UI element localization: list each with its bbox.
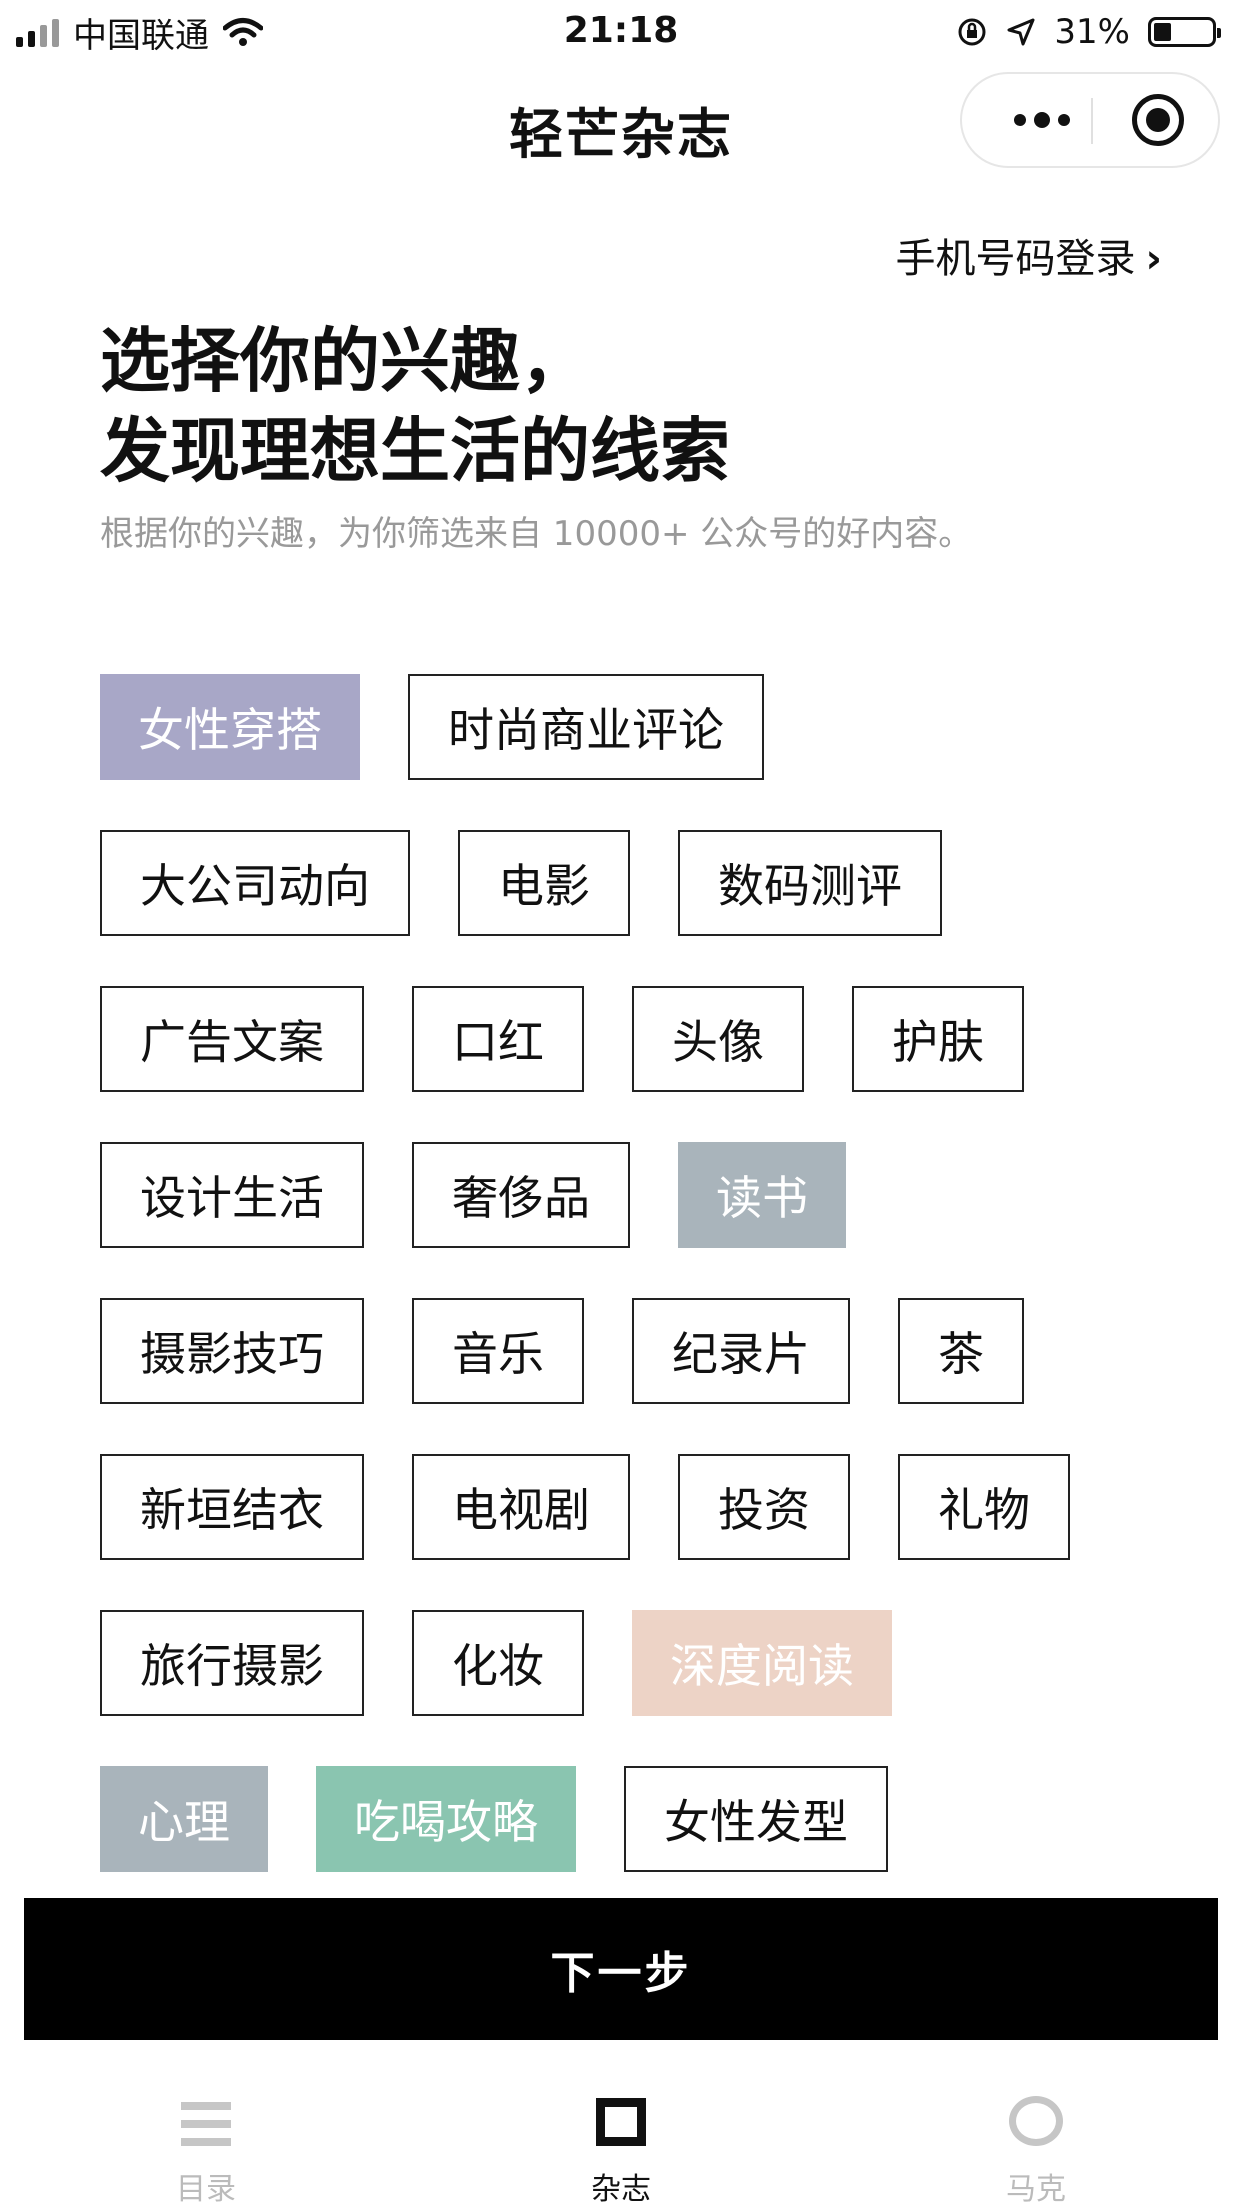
interest-tag[interactable]: 头像: [632, 986, 804, 1092]
interest-tag[interactable]: 礼物: [898, 1454, 1070, 1560]
tag-row: 女性穿搭 时尚商业评论: [100, 674, 1200, 784]
interest-tag[interactable]: 旅行摄影: [100, 1610, 364, 1716]
next-step-button[interactable]: 下一步: [24, 1898, 1218, 2040]
tab-label: 马克: [1006, 2172, 1066, 2207]
interest-tag[interactable]: 化妆: [412, 1610, 584, 1716]
capsule-divider: [1091, 98, 1093, 144]
interest-tag[interactable]: 音乐: [412, 1298, 584, 1404]
interest-tag[interactable]: 设计生活: [100, 1142, 364, 1248]
interest-tag[interactable]: 新垣结衣: [100, 1454, 364, 1560]
circle-icon: [1009, 2096, 1063, 2146]
status-bar: 中国联通 21:18 31%: [0, 0, 1242, 64]
tab-bar: 目录 杂志 马克: [0, 2060, 1242, 2208]
tag-row: 新垣结衣 电视剧 投资 礼物: [100, 1454, 1200, 1564]
tag-row: 心理 吃喝攻略 女性发型: [100, 1766, 1200, 1876]
more-dots-icon[interactable]: [1002, 74, 1082, 166]
navigation-bar: 轻芒杂志: [0, 64, 1242, 180]
interest-tag[interactable]: 电视剧: [412, 1454, 630, 1560]
interest-tag[interactable]: 纪录片: [632, 1298, 850, 1404]
interest-tag[interactable]: 读书: [678, 1142, 846, 1248]
tab-label: 目录: [176, 2172, 236, 2207]
battery-icon: [1148, 17, 1221, 47]
mini-program-capsule: [960, 72, 1220, 168]
interest-tag[interactable]: 心理: [100, 1766, 268, 1872]
interest-tag[interactable]: 广告文案: [100, 986, 364, 1092]
interest-tag[interactable]: 奢侈品: [412, 1142, 630, 1248]
tag-row: 摄影技巧 音乐 纪录片 茶: [100, 1298, 1200, 1408]
square-icon: [596, 2098, 646, 2146]
interest-tag[interactable]: 投资: [678, 1454, 850, 1560]
interest-tag[interactable]: 护肤: [852, 986, 1024, 1092]
battery-percent: 31%: [1054, 12, 1130, 52]
interest-tag[interactable]: 茶: [898, 1298, 1024, 1404]
target-icon[interactable]: [1132, 94, 1184, 146]
rotation-lock-icon: [958, 18, 986, 46]
interest-tag[interactable]: 深度阅读: [632, 1610, 892, 1716]
interest-tag[interactable]: 数码测评: [678, 830, 942, 936]
tag-row: 设计生活 奢侈品 读书: [100, 1142, 1200, 1252]
tag-row: 旅行摄影 化妆 深度阅读: [100, 1610, 1200, 1720]
interest-tag[interactable]: 摄影技巧: [100, 1298, 364, 1404]
location-icon: [1007, 18, 1035, 46]
tab-magazine[interactable]: 杂志: [521, 2060, 721, 2208]
interest-tag[interactable]: 女性穿搭: [100, 674, 360, 780]
interest-tag[interactable]: 时尚商业评论: [408, 674, 764, 780]
status-right: 31%: [956, 10, 1221, 54]
tab-mark[interactable]: 马克: [936, 2060, 1136, 2208]
interest-tag[interactable]: 电影: [458, 830, 630, 936]
heading-line-2: 发现理想生活的线索: [100, 410, 730, 492]
tag-row: 大公司动向 电影 数码测评: [100, 830, 1200, 940]
interest-tag[interactable]: 口红: [412, 986, 584, 1092]
interest-tag[interactable]: 女性发型: [624, 1766, 888, 1872]
interest-tag-grid: 女性穿搭 时尚商业评论 大公司动向 电影 数码测评 广告文案 口红 头像 护肤 …: [100, 674, 1200, 1922]
phone-login-label: 手机号码登录: [895, 236, 1136, 282]
tag-row: 广告文案 口红 头像 护肤: [100, 986, 1200, 1096]
interest-tag[interactable]: 吃喝攻略: [316, 1766, 576, 1872]
heading-line-1: 选择你的兴趣，: [100, 320, 590, 402]
interest-heading: 选择你的兴趣， 发现理想生活的线索: [100, 316, 730, 496]
list-icon: [181, 2102, 231, 2146]
interest-tag[interactable]: 大公司动向: [100, 830, 410, 936]
tab-catalog[interactable]: 目录: [106, 2060, 306, 2208]
subtitle: 根据你的兴趣，为你筛选来自 10000+ 公众号的好内容。: [100, 514, 973, 554]
phone-login-link[interactable]: 手机号码登录 ›: [896, 226, 1162, 284]
tab-label: 杂志: [591, 2172, 651, 2207]
chevron-right-icon: ›: [1145, 236, 1162, 282]
